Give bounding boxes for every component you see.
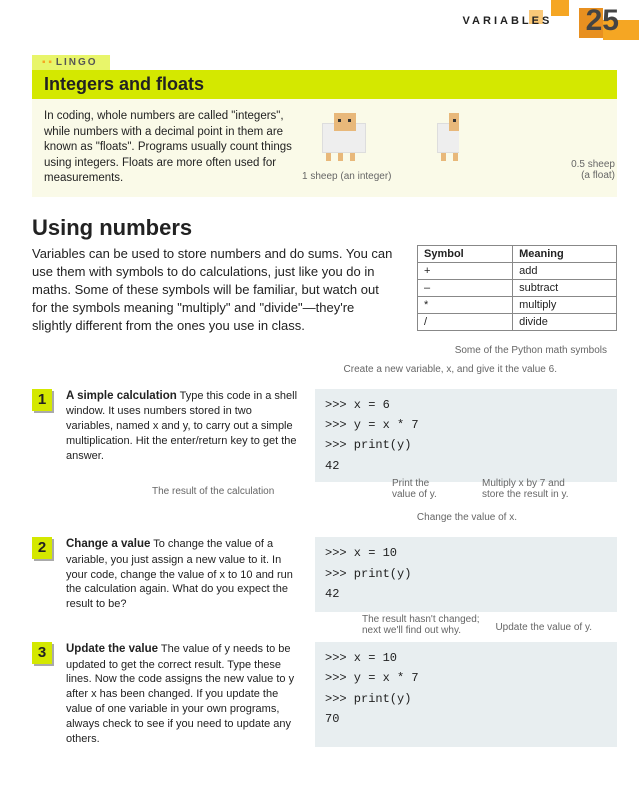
annot-step1-right: Multiply x by 7 and store the result in … — [482, 478, 569, 500]
lingo-tab: ▪ ▪LINGO — [32, 55, 110, 70]
section-label: VARIABLES — [463, 15, 553, 27]
symbol-table: SymbolMeaning +add –subtract *multiply /… — [417, 245, 617, 331]
annot-step3-right: Update the value of y. — [495, 622, 592, 633]
sheep-caption-1: 1 sheep (an integer) — [302, 171, 392, 182]
page-number: 25 — [586, 4, 619, 38]
sheep-caption-2: 0.5 sheep(a float) — [571, 159, 615, 181]
table-caption: Some of the Python math symbols — [417, 345, 617, 356]
annot-step1-left: The result of the calculation — [152, 486, 274, 497]
annot-step2-bottom: The result hasn't changed; next we'll fi… — [362, 614, 480, 636]
step-3: 3 Update the value The value of y needs … — [32, 642, 617, 747]
step-2: 2 Change a value To change the value of … — [32, 537, 617, 612]
step-3-title: Update the value — [66, 643, 158, 655]
th-symbol: Symbol — [418, 245, 513, 262]
code-block-2: >>> x = 10 >>> print(y) 42 — [315, 537, 617, 612]
intro-text: Variables can be used to store numbers a… — [32, 245, 397, 356]
step-1-title: A simple calculation — [66, 390, 177, 402]
lingo-tab-label: LINGO — [56, 57, 98, 68]
th-meaning: Meaning — [513, 245, 617, 262]
step-num-2: 2 — [32, 537, 52, 559]
lingo-box: ▪ ▪LINGO Integers and floats In coding, … — [32, 54, 617, 197]
annot-step1-top: Create a new variable, x, and give it th… — [0, 364, 557, 375]
lingo-body-text: In coding, whole numbers are called "int… — [44, 109, 294, 187]
step-3-body: The value of y needs to be updated to ge… — [66, 643, 294, 745]
sheep-illustration: 1 sheep (an integer) 0.5 sheep(a float) — [304, 109, 605, 187]
sheep-half — [429, 109, 489, 159]
step-2-title: Change a value — [66, 538, 150, 550]
step-1: 1 A simple calculation Type this code in… — [32, 389, 617, 483]
step-num-3: 3 — [32, 642, 52, 664]
lingo-title: Integers and floats — [32, 70, 617, 99]
step-num-1: 1 — [32, 389, 52, 411]
sheep-whole — [314, 109, 374, 159]
annot-step2-top: Change the value of x. — [0, 512, 517, 523]
annot-step1-mid: Print the value of y. — [392, 478, 437, 500]
code-block-1: >>> x = 6 >>> y = x * 7 >>> print(y) 42 — [315, 389, 617, 483]
code-block-3: >>> x = 10 >>> y = x * 7 >>> print(y) 70 — [315, 642, 617, 747]
section-title: Using numbers — [32, 215, 617, 241]
